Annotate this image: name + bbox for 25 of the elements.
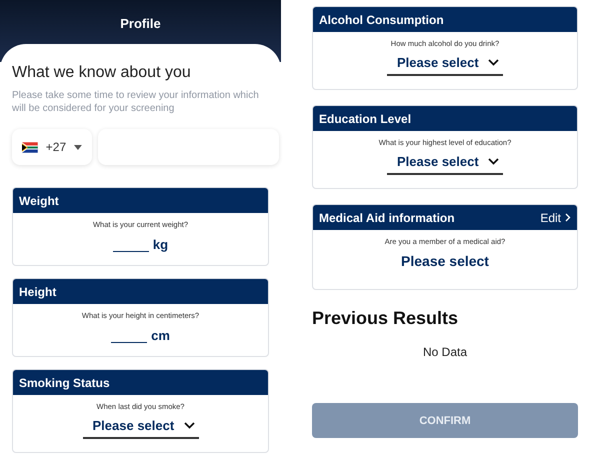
edit-link[interactable]: Edit	[540, 210, 571, 224]
unit-label: cm	[151, 328, 170, 343]
caret-down-icon	[74, 144, 82, 150]
flag-icon	[22, 142, 38, 152]
empty-state-text: No Data	[422, 345, 468, 359]
description-text: Please take some time to review your information which will be considered for your screening	[12, 90, 260, 115]
page-title: Profile	[120, 16, 161, 31]
unit-label: kg	[152, 237, 168, 252]
card-title: Medical Aid information	[319, 210, 455, 224]
chevron-down-icon	[184, 422, 194, 429]
select-dropdown[interactable]: Please select	[387, 51, 503, 76]
card-title: Education Level	[319, 112, 412, 126]
select-dropdown[interactable]: Please select	[387, 150, 503, 175]
card-title: Smoking Status	[19, 376, 110, 390]
select-dropdown[interactable]: Please select	[82, 414, 198, 439]
chevron-down-icon	[488, 59, 499, 66]
chevron-right-icon	[565, 213, 571, 222]
select-link[interactable]: Please select	[395, 252, 495, 270]
country-code-dropdown[interactable]: +27	[12, 129, 92, 165]
section-title: What we know about you	[12, 64, 192, 82]
card-title: Weight	[19, 194, 59, 208]
card-title: Alcohol Consumption	[319, 12, 444, 26]
card-title: Height	[19, 284, 56, 298]
section-title: Previous Results	[312, 308, 460, 329]
chevron-down-icon	[488, 158, 499, 165]
